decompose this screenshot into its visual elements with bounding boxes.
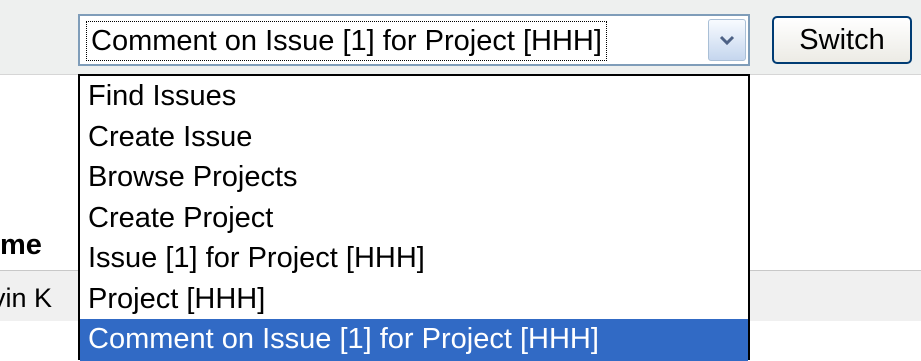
dropdown-arrow-button[interactable] <box>708 19 746 61</box>
option-project-hhh[interactable]: Project [HHH] <box>80 279 748 320</box>
switch-button[interactable]: Switch <box>772 16 912 64</box>
select-current-value: Comment on Issue [1] for Project [HHH] <box>86 21 607 61</box>
option-create-project[interactable]: Create Project <box>80 198 748 239</box>
option-create-issue[interactable]: Create Issue <box>80 117 748 158</box>
dropdown-options-list: Find Issues Create Issue Browse Projects… <box>78 74 750 361</box>
chevron-down-icon <box>719 35 735 46</box>
option-comment-on-issue[interactable]: Comment on Issue [1] for Project [HHH] <box>80 319 748 361</box>
option-browse-projects[interactable]: Browse Projects <box>80 157 748 198</box>
option-issue-1-project-hhh[interactable]: Issue [1] for Project [HHH] <box>80 238 748 279</box>
page-switch-select[interactable]: Comment on Issue [1] for Project [HHH] <box>78 14 750 66</box>
option-find-issues[interactable]: Find Issues <box>80 76 748 117</box>
page-heading-fragment: me <box>0 229 42 261</box>
table-cell-fragment: vin K <box>0 283 53 313</box>
